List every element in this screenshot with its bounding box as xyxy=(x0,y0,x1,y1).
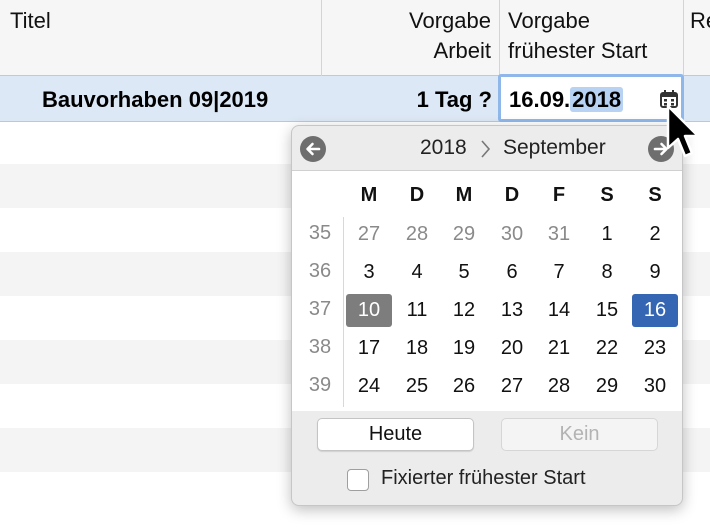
calendar-day[interactable]: 21 xyxy=(536,332,582,365)
calendar-day[interactable]: 19 xyxy=(441,332,487,365)
calendar-day[interactable]: 29 xyxy=(584,370,630,403)
table-header: Titel Vorgabe Arbeit Vorgabe frühester S… xyxy=(0,0,710,76)
fixed-start-label[interactable]: Fixierter frühester Start xyxy=(381,467,586,490)
column-work-line2: Arbeit xyxy=(433,38,491,63)
calendar-day[interactable]: 28 xyxy=(394,218,440,251)
mouse-pointer-icon xyxy=(666,104,700,158)
calendar-day[interactable]: 26 xyxy=(441,370,487,403)
column-header-title[interactable]: Titel xyxy=(0,0,322,76)
column-header-earliest-start[interactable]: Vorgabe frühester Start xyxy=(500,0,684,76)
calendar-day[interactable]: 31 xyxy=(536,218,582,251)
calendar-day[interactable]: 12 xyxy=(441,294,487,327)
column-start-line1: Vorgabe xyxy=(508,8,590,33)
column-header-work[interactable]: Vorgabe Arbeit xyxy=(322,0,500,76)
week-number: 38 xyxy=(308,336,332,358)
calendar-year[interactable]: 2018 xyxy=(420,136,467,160)
calendar-day[interactable]: 6 xyxy=(489,256,535,289)
week-number: 35 xyxy=(308,222,332,244)
column-next-label: Re xyxy=(690,8,710,33)
column-start-line2: frühester Start xyxy=(508,38,648,63)
calendar-day[interactable]: 30 xyxy=(489,218,535,251)
weekday-header: M xyxy=(360,184,378,206)
weekday-header: M xyxy=(455,184,473,206)
column-work-line1: Vorgabe xyxy=(409,8,491,33)
arrow-left-icon xyxy=(306,142,321,156)
week-number-divider xyxy=(343,217,344,407)
calendar-day-selected[interactable]: 16 xyxy=(632,294,678,327)
calendar-day[interactable]: 5 xyxy=(441,256,487,289)
calendar-day[interactable]: 20 xyxy=(489,332,535,365)
calendar-grid: M D M D F S S 35 27 28 29 30 31 1 2 36 3 4 5 6 7 8 9 37 10 11 12 13… xyxy=(292,171,682,411)
calendar-day[interactable]: 8 xyxy=(584,256,630,289)
weekday-header: F xyxy=(552,184,566,206)
calendar-day[interactable]: 29 xyxy=(441,218,487,251)
calendar-day[interactable]: 27 xyxy=(489,370,535,403)
week-number: 36 xyxy=(308,260,332,282)
calendar-day[interactable]: 11 xyxy=(394,294,440,327)
date-picker-popover: 2018 September M D M D F S S 35 27 28 29 30 31 1 2 36 3 4… xyxy=(291,125,683,506)
weekday-header: S xyxy=(648,184,662,206)
calendar-day[interactable]: 1 xyxy=(584,218,630,251)
previous-month-button[interactable] xyxy=(300,136,326,162)
calendar-day[interactable]: 30 xyxy=(632,370,678,403)
calendar-day[interactable]: 27 xyxy=(346,218,392,251)
calendar-day[interactable]: 17 xyxy=(346,332,392,365)
week-number: 39 xyxy=(308,374,332,396)
calendar-day[interactable]: 3 xyxy=(346,256,392,289)
calendar-day[interactable]: 28 xyxy=(536,370,582,403)
calendar-day[interactable]: 23 xyxy=(632,332,678,365)
calendar-day[interactable]: 24 xyxy=(346,370,392,403)
calendar-day[interactable]: 9 xyxy=(632,256,678,289)
none-button[interactable]: Kein xyxy=(501,418,658,451)
calendar-day-today[interactable]: 10 xyxy=(346,294,392,327)
chevron-right-icon xyxy=(481,140,491,158)
calendar-header: 2018 September xyxy=(292,126,682,171)
calendar-day[interactable]: 22 xyxy=(584,332,630,365)
weekday-header: D xyxy=(504,184,520,206)
calendar-day[interactable]: 7 xyxy=(536,256,582,289)
calendar-day[interactable]: 4 xyxy=(394,256,440,289)
date-selected-segment[interactable]: 2018 xyxy=(570,87,624,112)
row-work[interactable]: 1 Tag ? xyxy=(322,87,492,113)
calendar-day[interactable]: 15 xyxy=(584,294,630,327)
weekday-header: S xyxy=(600,184,614,206)
calendar-day[interactable]: 18 xyxy=(394,332,440,365)
calendar-day[interactable]: 14 xyxy=(536,294,582,327)
calendar-day[interactable]: 2 xyxy=(632,218,678,251)
column-title-label: Titel xyxy=(10,8,51,33)
week-number: 37 xyxy=(308,298,332,320)
date-prefix: 16.09. xyxy=(509,87,571,112)
calendar-month[interactable]: September xyxy=(503,136,606,160)
calendar-day[interactable]: 13 xyxy=(489,294,535,327)
weekday-header: D xyxy=(409,184,425,206)
column-header-next[interactable]: Re xyxy=(684,0,710,76)
row-title: Bauvorhaben 09|2019 xyxy=(42,87,269,112)
calendar-day[interactable]: 25 xyxy=(394,370,440,403)
today-button[interactable]: Heute xyxy=(317,418,474,451)
date-value[interactable]: 16.09.2018 xyxy=(509,87,624,113)
fixed-start-checkbox[interactable] xyxy=(347,469,369,491)
earliest-start-date-field[interactable]: 16.09.2018 xyxy=(498,74,684,122)
